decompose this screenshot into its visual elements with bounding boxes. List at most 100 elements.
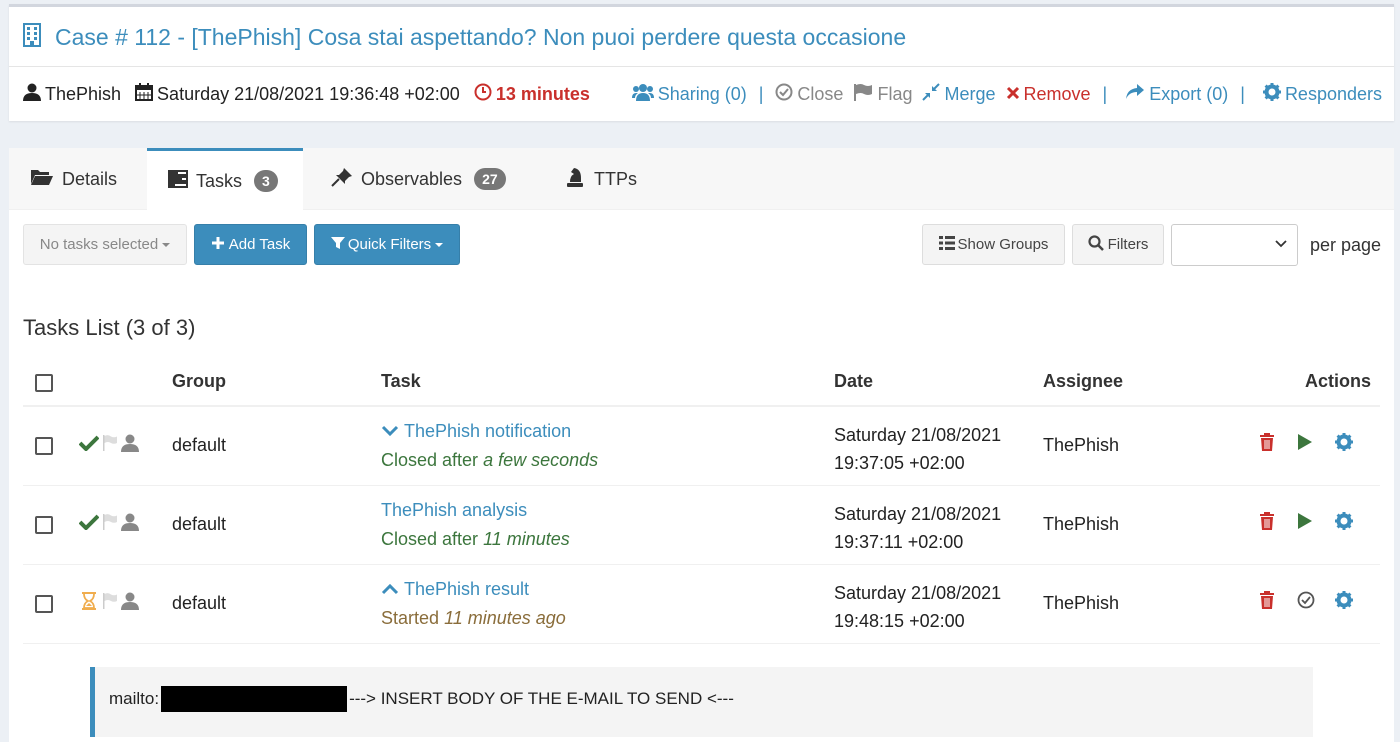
- task-date: Saturday 21/08/2021 19:48:15 +02:00: [834, 579, 1001, 635]
- caret-down-icon: [435, 242, 444, 247]
- table-row: default ThePhish notification Closed aft…: [23, 407, 1380, 486]
- quick-filters-button[interactable]: Quick Filters: [314, 224, 460, 265]
- remove-button[interactable]: Remove: [1006, 84, 1091, 105]
- column-assignee[interactable]: Assignee: [1043, 371, 1123, 392]
- task-group: default: [172, 593, 227, 613]
- tab-details[interactable]: Details: [30, 148, 117, 210]
- check-circle-icon[interactable]: [1297, 591, 1335, 609]
- gear-icon[interactable]: [1335, 512, 1373, 530]
- task-assignee: ThePhish: [1043, 593, 1120, 613]
- play-icon[interactable]: [1297, 433, 1335, 451]
- filters-button[interactable]: Filters: [1072, 224, 1164, 265]
- separator: |: [1102, 84, 1108, 104]
- task-date: Saturday 21/08/2021 19:37:11 +02:00: [834, 500, 1001, 556]
- merge-button[interactable]: Merge: [922, 83, 996, 106]
- task-date-day: Saturday 21/08/2021: [834, 504, 1002, 524]
- folder-open-icon: [30, 168, 62, 191]
- task-group: default: [172, 514, 227, 534]
- task-assignee: ThePhish: [1043, 435, 1120, 455]
- tab-details-label: Details: [62, 168, 118, 189]
- column-group[interactable]: Group: [172, 371, 226, 392]
- sharing-label: Sharing (0): [657, 84, 747, 104]
- page-size-select[interactable]: [1171, 224, 1298, 266]
- export-button[interactable]: Export (0): [1125, 83, 1228, 106]
- gear-icon[interactable]: [1335, 433, 1373, 451]
- tab-observables[interactable]: Observables 27: [331, 148, 506, 210]
- flag-icon[interactable]: [103, 593, 121, 614]
- tab-observables-label: Observables: [361, 168, 463, 189]
- filters-label: Filters: [1107, 236, 1149, 253]
- trash-icon[interactable]: [1259, 433, 1297, 451]
- share-arrow-icon: [1125, 83, 1149, 106]
- times-icon: [1006, 84, 1024, 105]
- case-duration: 13 minutes: [474, 83, 590, 106]
- trash-icon[interactable]: [1259, 512, 1297, 530]
- task-link[interactable]: ThePhish analysis: [381, 500, 570, 521]
- task-link[interactable]: ThePhish result: [381, 579, 566, 600]
- tab-bar: Details Tasks 3 Observables 27 TTPs: [9, 148, 1394, 211]
- add-task-button[interactable]: Add Task: [194, 224, 307, 265]
- row-checkbox[interactable]: [35, 516, 53, 534]
- flag-button[interactable]: Flag: [853, 83, 912, 106]
- task-status-text: Closed after 11 minutes: [381, 529, 570, 550]
- add-task-label: Add Task: [228, 236, 291, 253]
- user-icon[interactable]: [121, 434, 143, 457]
- task-status-text: Started 11 minutes ago: [381, 608, 566, 629]
- chess-knight-icon: [564, 166, 594, 193]
- tab-tasks[interactable]: Tasks 3: [147, 148, 303, 211]
- case-duration-text: 13 minutes: [495, 84, 590, 104]
- column-date[interactable]: Date: [834, 371, 873, 392]
- flag-icon[interactable]: [103, 514, 121, 535]
- tab-ttps[interactable]: TTPs: [564, 148, 637, 210]
- user-icon[interactable]: [121, 513, 143, 536]
- play-icon[interactable]: [1297, 512, 1335, 530]
- select-all-checkbox[interactable]: [35, 374, 53, 392]
- task-link[interactable]: ThePhish notification: [381, 421, 598, 442]
- task-name: ThePhish analysis: [381, 500, 528, 520]
- row-checkbox[interactable]: [35, 595, 53, 613]
- tasks-table-header: Group Task Date Assignee Actions: [23, 364, 1380, 407]
- compress-icon: [922, 83, 944, 106]
- bulk-selection-dropdown[interactable]: No tasks selected: [23, 224, 187, 265]
- close-button[interactable]: Close: [775, 83, 843, 106]
- thumbtack-icon: [331, 167, 361, 192]
- building-icon: [23, 23, 41, 52]
- quick-filters-label: Quick Filters: [347, 236, 432, 253]
- trash-icon[interactable]: [1259, 591, 1297, 609]
- separator: |: [758, 84, 764, 104]
- remove-label: Remove: [1023, 84, 1091, 104]
- chevron-up-icon[interactable]: [381, 579, 404, 600]
- tab-tasks-label: Tasks: [196, 170, 243, 191]
- check-circle-icon: [775, 83, 797, 106]
- case-date-text: Saturday 21/08/2021 19:36:48 +02:00: [157, 84, 460, 104]
- flag-icon[interactable]: [103, 435, 121, 456]
- sharing-button[interactable]: Sharing (0): [631, 83, 747, 106]
- user-icon: [23, 83, 45, 106]
- row-checkbox[interactable]: [35, 437, 53, 455]
- show-groups-label: Show Groups: [957, 236, 1049, 253]
- task-status-icons: [78, 434, 143, 457]
- case-title-row: Case # 112 - [ThePhish] Cosa stai aspett…: [23, 23, 906, 52]
- search-icon: [1087, 234, 1108, 255]
- responders-button[interactable]: Responders: [1262, 83, 1382, 106]
- separator: |: [1240, 84, 1245, 104]
- user-icon[interactable]: [121, 592, 143, 615]
- description-prefix: mailto:: [109, 689, 160, 708]
- chevron-down-icon[interactable]: [381, 421, 404, 442]
- tasks-list-title: Tasks List (3 of 3): [23, 315, 196, 340]
- gear-icon[interactable]: [1335, 591, 1373, 609]
- task-cell: ThePhish result Started 11 minutes ago: [381, 579, 566, 629]
- task-status-time: a few seconds: [483, 450, 599, 470]
- plus-icon: [211, 236, 229, 254]
- task-cell: ThePhish notification Closed after a few…: [381, 421, 598, 471]
- per-page-label: per page: [1310, 235, 1382, 255]
- case-title: Case # 112 - [ThePhish] Cosa stai aspett…: [55, 24, 907, 50]
- column-task[interactable]: Task: [381, 371, 421, 392]
- task-group: default: [172, 435, 227, 455]
- task-description: mailto: ---> INSERT BODY OF THE E-MAIL T…: [90, 667, 1313, 737]
- close-label: Close: [797, 84, 844, 104]
- show-groups-button[interactable]: Show Groups: [922, 224, 1065, 265]
- merge-label: Merge: [944, 84, 996, 104]
- tasks-icon: [168, 169, 196, 193]
- gear-icon: [1262, 83, 1285, 106]
